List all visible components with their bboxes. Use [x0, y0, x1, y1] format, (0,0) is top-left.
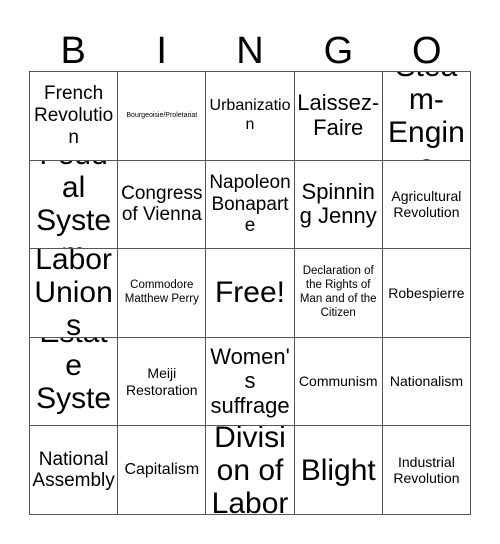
- bingo-cell[interactable]: Meiji Restoration: [118, 337, 207, 427]
- bingo-cell[interactable]: French Revolution: [30, 72, 119, 161]
- bingo-cell[interactable]: National Assembly: [30, 426, 119, 515]
- bingo-cell-label: Nationalism: [389, 373, 463, 390]
- bingo-cell-label: Robespierre: [388, 284, 465, 301]
- bingo-header: B I N G O: [29, 14, 471, 71]
- bingo-cell-label: French Revolution: [33, 83, 114, 148]
- bingo-cell-label: Napoleon Bonaparte: [209, 171, 291, 237]
- bingo-cell-label: Commodore Matthew Perry: [124, 279, 199, 305]
- bingo-cell-label: Capitalism: [124, 460, 200, 478]
- bingo-cell[interactable]: Blight: [294, 426, 383, 515]
- bingo-cell-label: Congress of Vienna: [121, 182, 203, 226]
- bingo-cell-label: Meiji Restoration: [126, 365, 198, 398]
- bingo-cell-label: Spinning Jenny: [299, 178, 377, 229]
- bingo-row: Feudal System Congress of Vienna Napoleo…: [30, 160, 472, 250]
- bingo-cell[interactable]: Estate System: [30, 337, 119, 427]
- bingo-cell-label: Urbanization: [209, 97, 291, 133]
- bingo-cell[interactable]: Urbanization: [206, 72, 295, 161]
- bingo-row: French Revolution Bourgeoisie/Proletaria…: [30, 72, 472, 161]
- bingo-cell-label: Communism: [298, 373, 378, 390]
- bingo-cell-label: Declaration of the Rights of Man and of …: [299, 265, 377, 319]
- header-letter-i: I: [156, 30, 167, 72]
- bingo-cell[interactable]: Napoleon Bonaparte: [206, 160, 295, 250]
- bingo-cell[interactable]: Capitalism: [118, 426, 207, 515]
- bingo-cell[interactable]: Declaration of the Rights of Man and of …: [294, 249, 383, 338]
- bingo-cell-label: Steam-Engine: [388, 72, 465, 160]
- bingo-cell[interactable]: Agricultural Revolution: [382, 160, 472, 250]
- bingo-row: Estate System Meiji Restoration Women's …: [30, 337, 472, 427]
- bingo-row: National Assembly Capitalism Division of…: [30, 426, 472, 515]
- bingo-cell[interactable]: Steam-Engine: [382, 72, 472, 161]
- bingo-cell-label: Labor Unions: [34, 249, 113, 338]
- bingo-cell[interactable]: Industrial Revolution: [382, 426, 472, 515]
- header-letter-n: N: [236, 30, 264, 72]
- bingo-cell[interactable]: Women's suffrage: [206, 337, 295, 427]
- bingo-cell[interactable]: Feudal System: [30, 160, 119, 250]
- bingo-cell[interactable]: Labor Unions: [30, 249, 119, 338]
- bingo-cell-label: Division of Labor: [211, 426, 289, 515]
- bingo-card: B I N G O French Revolution Bourgeoisie/…: [29, 14, 472, 515]
- header-letter-g: G: [323, 30, 354, 72]
- header-letter-o: O: [412, 30, 442, 72]
- bingo-cell-label: Women's suffrage: [210, 343, 290, 418]
- bingo-cell[interactable]: Laissez-Faire: [294, 72, 383, 161]
- bingo-cell-label: Industrial Revolution: [393, 453, 460, 487]
- bingo-cell[interactable]: Communism: [294, 337, 383, 427]
- header-letter-b: B: [60, 30, 86, 72]
- bingo-cell[interactable]: Bourgeoisie/Proletariat: [118, 72, 207, 161]
- bingo-row: Labor Unions Commodore Matthew Perry Fre…: [30, 249, 472, 338]
- bingo-cell-label: Estate System: [36, 338, 112, 426]
- bingo-cell-label: National Assembly: [32, 448, 115, 492]
- bingo-cell-label: Laissez-Faire: [297, 90, 380, 140]
- bingo-cell[interactable]: Division of Labor: [206, 426, 295, 515]
- bingo-cell[interactable]: Congress of Vienna: [118, 160, 207, 250]
- bingo-cell-label: Feudal System: [36, 161, 112, 249]
- bingo-cell[interactable]: Robespierre: [382, 249, 472, 338]
- bingo-cell[interactable]: Nationalism: [382, 337, 472, 427]
- bingo-free-space-label: Free!: [214, 276, 286, 310]
- bingo-cell-label: Bourgeoisie/Proletariat: [126, 111, 198, 119]
- bingo-cell-label: Blight: [300, 453, 376, 487]
- bingo-cell[interactable]: Commodore Matthew Perry: [118, 249, 207, 338]
- bingo-cell[interactable]: Spinning Jenny: [294, 160, 383, 250]
- bingo-free-space[interactable]: Free!: [206, 249, 295, 338]
- bingo-grid: French Revolution Bourgeoisie/Proletaria…: [29, 71, 472, 515]
- bingo-cell-label: Agricultural Revolution: [391, 187, 462, 221]
